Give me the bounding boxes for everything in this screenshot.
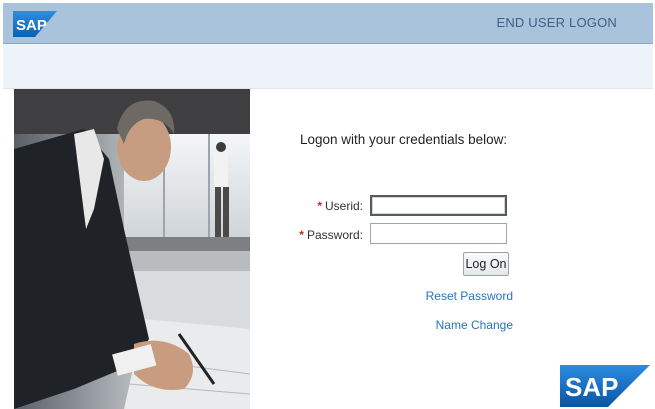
hero-photo: [14, 89, 250, 409]
userid-label-text: Userid:: [324, 199, 363, 213]
log-on-button[interactable]: Log On: [463, 252, 509, 276]
password-label: * Password:: [299, 228, 363, 242]
password-input[interactable]: [370, 223, 507, 244]
sap-logo-icon: SAP: [13, 11, 57, 37]
login-instructions: Logon with your credentials below:: [300, 132, 508, 147]
reset-password-link[interactable]: Reset Password: [426, 289, 513, 303]
userid-input[interactable]: [370, 195, 507, 216]
sap-logo-large-icon: SAP: [560, 365, 650, 407]
page-title: END USER LOGON: [496, 15, 617, 30]
name-change-link[interactable]: Name Change: [436, 318, 513, 332]
required-marker: *: [299, 228, 304, 242]
sub-header-bar: [3, 44, 653, 89]
sap-logo-large-text: SAP: [565, 372, 618, 402]
password-label-text: Password:: [306, 228, 363, 242]
sap-logo-text: SAP: [16, 17, 47, 34]
login-panel: Logon with your credentials below: * User…: [251, 89, 653, 409]
header-bar: SAP END USER LOGON: [3, 3, 653, 44]
required-marker: *: [317, 199, 322, 213]
userid-label: * Userid:: [317, 199, 363, 213]
